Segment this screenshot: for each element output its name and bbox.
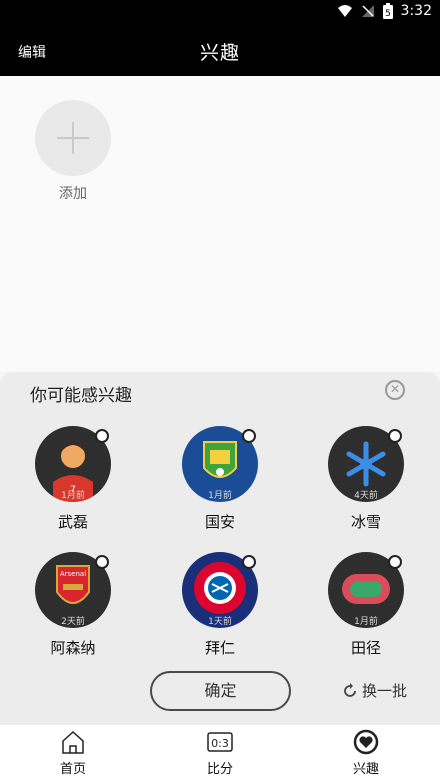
home-icon [62,730,84,754]
interest-item-snow[interactable]: 4天前 冰雪 [326,426,406,546]
app-header: 编辑 兴趣 [0,26,440,76]
refresh-batch-button[interactable]: 换一批 [342,680,407,701]
interest-item-bayern[interactable]: 1天前 拜仁 [180,552,260,672]
svg-text:0:3: 0:3 [211,737,229,750]
tab-interest[interactable]: 兴趣 [321,729,411,777]
tab-score[interactable]: 0:3 比分 [175,729,265,777]
suggestion-panel: 你可能感兴趣 ✕ 7 1月前 武磊 1月前 国安 4天前 冰雪 Arsenal … [0,372,440,725]
select-radio[interactable] [95,555,109,569]
interest-item-arsenal[interactable]: Arsenal 2天前 阿森纳 [33,552,113,672]
svg-text:Arsenal: Arsenal [60,570,86,578]
page-title: 兴趣 [199,42,240,64]
wifi-icon [337,5,352,17]
select-radio[interactable] [242,429,256,443]
interest-item-wulei[interactable]: 7 1月前 武磊 [33,426,113,546]
select-radio[interactable] [242,555,256,569]
add-interest-button[interactable] [35,100,111,176]
select-radio[interactable] [388,429,402,443]
bottom-nav: 首页 0:3 比分 兴趣 [0,725,440,783]
svg-text:5: 5 [385,9,391,19]
heart-icon [353,729,379,755]
clock: 3:32 [400,3,432,19]
my-interests-area: 添加 [0,76,440,372]
interest-item-track[interactable]: 1月前 田径 [326,552,406,672]
scoreboard-icon: 0:3 [207,732,233,752]
battery-icon: 5 [382,3,393,19]
add-label: 添加 [59,186,87,202]
select-radio[interactable] [388,555,402,569]
close-icon[interactable]: ✕ [385,380,405,400]
refresh-icon [344,682,356,697]
confirm-button[interactable]: 确定 [150,671,291,711]
interest-item-guoan[interactable]: 1月前 国安 [180,426,260,546]
tab-home[interactable]: 首页 [28,729,118,777]
suggestion-title: 你可能感兴趣 [30,386,132,406]
select-radio[interactable] [95,429,109,443]
status-bar: 5 3:32 [0,0,440,26]
signal-off-icon [361,5,374,17]
